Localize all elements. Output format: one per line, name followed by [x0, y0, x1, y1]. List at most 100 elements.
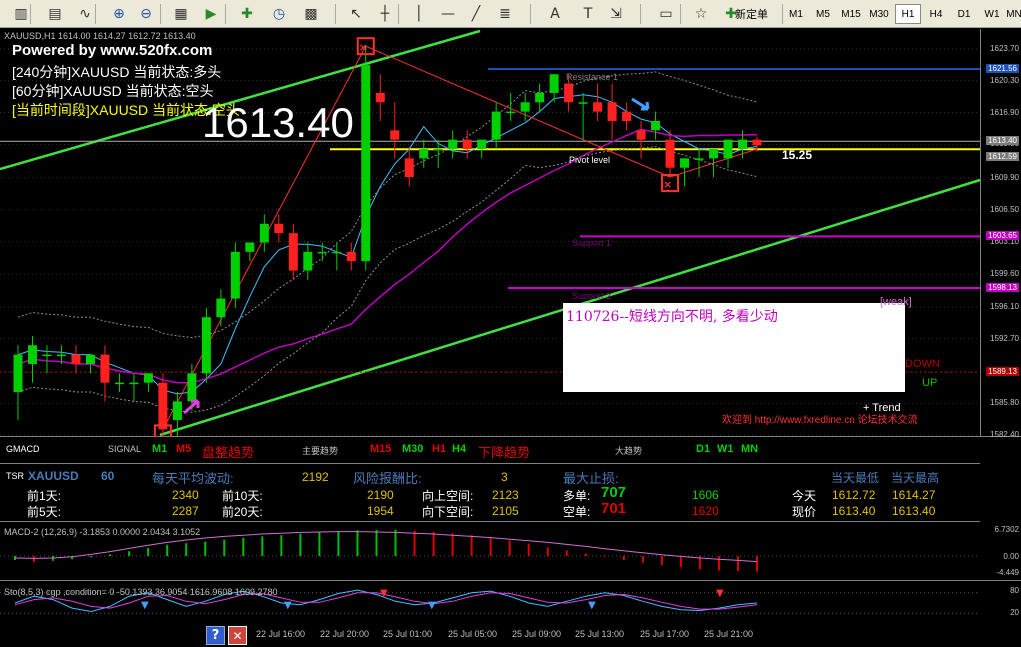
timeframe-m1[interactable]: M1	[783, 4, 809, 24]
toolbar-separator	[225, 4, 226, 24]
x-tick-label: 25 Jul 09:00	[512, 629, 562, 639]
candles-icon: ▤	[48, 6, 62, 22]
risk-label: 风险报酬比:	[353, 471, 422, 486]
candle-body	[288, 233, 298, 271]
sig-w1: W1	[717, 443, 734, 455]
periods-button[interactable]: ◷	[268, 3, 290, 25]
stoch-signal-arrow-icon: ▼	[716, 588, 724, 599]
timeframe-h4[interactable]: H4	[923, 4, 949, 24]
stoch-y-bot: 20	[1010, 608, 1019, 617]
toolbar-separator	[680, 4, 681, 24]
resistance-label: Resistance 1	[566, 72, 619, 82]
prev20-label: 前20天:	[222, 505, 263, 519]
high-marker-glyph: ×	[359, 41, 368, 54]
sig-m5: M5	[176, 443, 192, 455]
hline-button[interactable]: —	[437, 3, 459, 25]
prev10-label: 前10天:	[222, 489, 263, 503]
toolbar-separator	[95, 4, 96, 24]
close-button[interactable]: ✕	[228, 626, 247, 645]
crosshair-button[interactable]: ┼	[374, 3, 396, 25]
now-value-2: 1613.40	[892, 504, 936, 518]
timeframe-m5[interactable]: M5	[810, 4, 836, 24]
favorites-button[interactable]: ☆	[690, 3, 712, 25]
tsr-period: 60	[101, 469, 115, 483]
chart-header: XAUUSD,H1 1614.00 1614.27 1612.72 1613.4…	[4, 31, 196, 41]
zoom-out-button[interactable]: ⊖	[135, 3, 157, 25]
stoch-signal-arrow-icon: ▼	[380, 588, 388, 599]
hline-icon: —	[441, 6, 455, 22]
periods-icon: ◷	[272, 6, 286, 22]
candle-body	[564, 83, 574, 103]
x-tick-label: 25 Jul 13:00	[575, 629, 625, 639]
note-box: 110726--短线方向不明, 多看少动	[563, 303, 905, 392]
text-button[interactable]: A	[544, 3, 566, 25]
x-tick-label: 25 Jul 17:00	[640, 629, 690, 639]
trendline-button[interactable]: ╱	[465, 3, 487, 25]
candle-body	[506, 111, 516, 114]
short-value: 701	[601, 500, 627, 517]
up-space-value: 2123	[492, 488, 519, 502]
zoom-out-icon: ⊖	[140, 6, 152, 22]
y-tick-label: 1623.70	[990, 44, 1019, 53]
long-label: 多单:	[563, 489, 591, 503]
candle-body	[27, 345, 37, 364]
down-trend-label: 下降趋势	[478, 445, 531, 460]
toolbar-separator	[160, 4, 161, 24]
y-tick-label: 1599.60	[990, 269, 1019, 279]
timeframe-m15[interactable]: M15	[838, 4, 864, 24]
macd-panel[interactable]: MACD-2 (12,26,9) -3.1853 0.0000 2.0434 3…	[0, 523, 1021, 581]
timeframe-w1[interactable]: W1	[979, 4, 1005, 24]
sig-m30: M30	[402, 443, 424, 455]
candle-body	[361, 64, 371, 262]
zoom-in-button[interactable]: ⊕	[108, 3, 130, 25]
candle-body	[303, 251, 313, 271]
candle-body	[201, 317, 211, 374]
timeframe-d1[interactable]: D1	[951, 4, 977, 24]
candle-body	[216, 298, 226, 318]
timeframe-mn[interactable]: MN	[1006, 4, 1021, 24]
candle-body	[56, 354, 66, 357]
bar-chart-button[interactable]: ▥	[10, 3, 32, 25]
templates-button[interactable]: ▩	[300, 3, 322, 25]
candle-body	[622, 111, 632, 121]
candle-body	[433, 149, 443, 151]
indicators-icon: ✚	[241, 6, 253, 22]
line-chart-button[interactable]: ∿	[74, 3, 96, 25]
timeframe-h1[interactable]: H1	[895, 4, 921, 24]
y-tick-label: 1585.80	[990, 398, 1019, 408]
candle-body	[274, 223, 284, 234]
down-label: DOWN	[905, 358, 940, 370]
cursor-button[interactable]: ↖	[345, 3, 367, 25]
candle-body	[42, 354, 52, 357]
label-button[interactable]: T	[577, 3, 599, 25]
candle-body	[158, 382, 168, 430]
indicators-button[interactable]: ✚	[236, 3, 258, 25]
risk-value: 3	[501, 470, 508, 484]
autoscroll-button[interactable]: ▶	[200, 3, 222, 25]
low-label: 当天最低	[831, 471, 880, 485]
main-chart-panel[interactable]: ×× 1623.701620.301616.901613.501609.9016…	[0, 29, 1021, 439]
candle-body	[448, 139, 458, 150]
main-toolbar: ▥ ▤ ∿ ⊕ ⊖ ▦ ▶ ✚ ◷ ▩ ↖ ┼ │ — ╱ ≣ A T ⇲ ▭ ☆ ✚ 新定单 M1 M5 M15 M30 H1 H…	[0, 0, 1021, 28]
candles-button[interactable]: ▤	[44, 3, 66, 25]
down-space-value: 2105	[492, 504, 519, 518]
y-tick-label: 1582.40	[990, 430, 1019, 439]
sig-m1: M1	[152, 443, 168, 455]
timeframe-m30[interactable]: M30	[866, 4, 892, 24]
stoch-signal-arrow-icon: ▼	[428, 600, 436, 611]
zoom-in-icon: ⊕	[113, 6, 125, 22]
big-price-text: 1613.40	[202, 99, 354, 146]
arrows-button[interactable]: ⇲	[605, 3, 627, 25]
new-order-label[interactable]: 新定单	[735, 6, 768, 22]
grid-button[interactable]: ▦	[170, 3, 192, 25]
today-high-value: 1614.27	[892, 488, 936, 502]
macd-y-mid: 0.00	[1003, 552, 1019, 561]
window-button[interactable]: ▭	[655, 3, 677, 25]
vline-button[interactable]: │	[408, 3, 430, 25]
long-value: 707	[601, 484, 627, 501]
help-button[interactable]: ?	[206, 626, 225, 645]
stoch-panel[interactable]: ▼ ▼ ▼ ▼ ▼ ▼ Sto(8,5,3) cgp ,condition= 0 -50.…	[0, 582, 1021, 623]
fibo-button[interactable]: ≣	[494, 3, 516, 25]
note-text: 110726--短线方向不明, 多看少动	[566, 309, 778, 325]
candle-body	[665, 139, 675, 168]
